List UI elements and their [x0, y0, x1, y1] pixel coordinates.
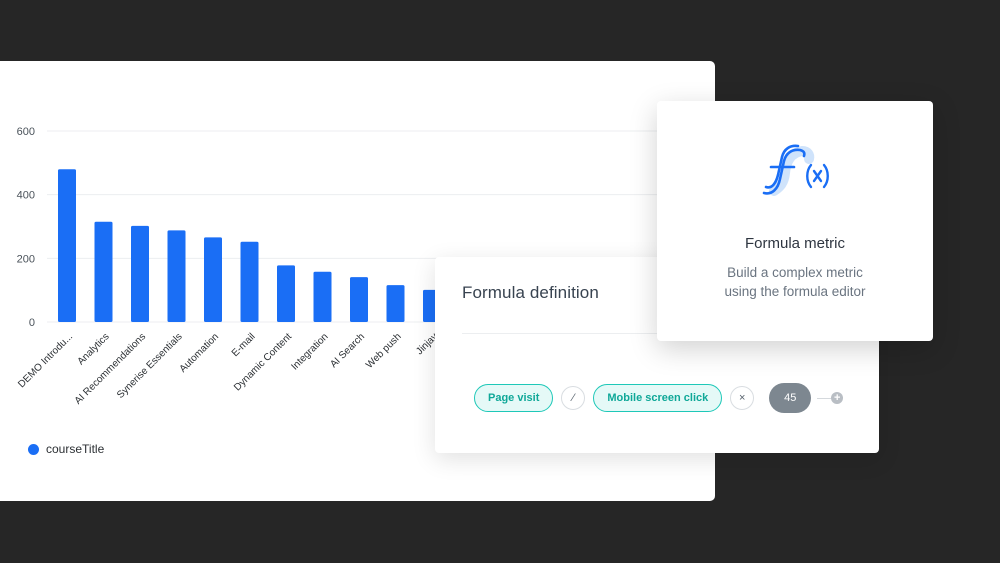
x-tick-label: DEMO Introdu...: [16, 331, 75, 390]
x-tick-label: Automation: [178, 331, 222, 375]
y-tick-label: 600: [17, 126, 35, 138]
formula-fx-icon: [762, 144, 829, 196]
formula-title: Formula definition: [462, 283, 599, 302]
chart-legend[interactable]: courseTitle: [28, 442, 104, 456]
number-operand[interactable]: 45: [769, 383, 812, 413]
add-icon[interactable]: +: [831, 392, 844, 404]
x-tick-label: Analytics: [76, 331, 112, 367]
bar[interactable]: [350, 277, 368, 322]
operand-mobile-screen-click[interactable]: Mobile screen click: [593, 384, 723, 412]
connector-line: [817, 397, 832, 399]
bar[interactable]: [386, 285, 405, 322]
bar[interactable]: [277, 265, 295, 322]
divide-operator[interactable]: ⁄: [561, 386, 586, 410]
x-tick-label: AI Search: [328, 331, 367, 370]
bar[interactable]: [94, 221, 113, 322]
x-tick-label: Synerise Essentials: [115, 331, 184, 400]
operand-page-visit[interactable]: Page visit: [474, 384, 554, 412]
legend-label: courseTitle: [46, 442, 105, 456]
legend-swatch: [28, 443, 39, 455]
formula-metric-card[interactable]: Formula metric Build a complex metric us…: [657, 101, 933, 341]
y-tick-label: 400: [17, 190, 35, 202]
bar[interactable]: [204, 237, 222, 322]
x-tick-label: AI Recommendations: [73, 331, 148, 406]
metric-description: Build a complex metric using the formula…: [657, 263, 933, 301]
y-tick-label: 200: [17, 253, 35, 265]
metric-title: Formula metric: [744, 235, 845, 252]
bar[interactable]: [131, 225, 149, 322]
bar[interactable]: [167, 230, 186, 322]
x-tick-label: Web push: [364, 331, 403, 370]
bar[interactable]: [240, 241, 259, 322]
multiply-operator[interactable]: ×: [730, 386, 755, 410]
bar[interactable]: [58, 169, 76, 322]
formula-expression: Page visit ⁄ Mobile screen click × 45 +: [474, 383, 844, 413]
x-tick-label: E-mail: [230, 331, 258, 359]
x-tick-label: Integration: [289, 331, 330, 372]
metric-description-line2: using the formula editor: [724, 284, 866, 299]
metric-description-line1: Build a complex metric: [727, 265, 863, 280]
y-tick-label: 0: [29, 317, 35, 329]
bar[interactable]: [313, 271, 332, 322]
